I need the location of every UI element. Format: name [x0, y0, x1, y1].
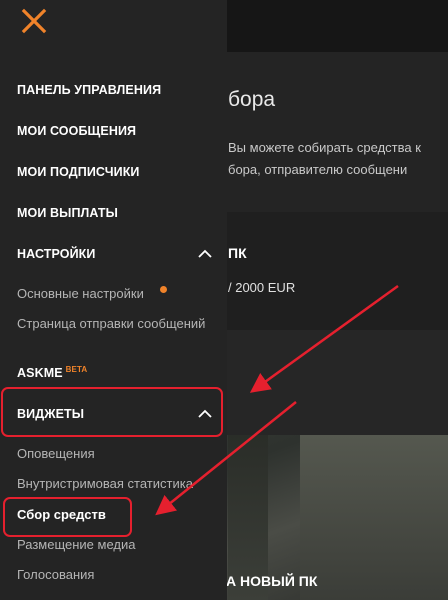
sidebar-item-dashboard[interactable]: ПАНЕЛЬ УПРАВЛЕНИЯ	[17, 83, 161, 97]
sidebar-item-messages[interactable]: МОИ СООБЩЕНИЯ	[17, 124, 136, 138]
goal-amount: / 2000 EUR	[228, 280, 296, 295]
sidebar-item-subscribers[interactable]: МОИ ПОДПИСЧИКИ	[17, 165, 140, 179]
close-icon-svg	[21, 8, 47, 34]
highlight-widgets	[1, 387, 223, 437]
sidebar-subitem-message-page[interactable]: Страница отправки сообщений	[17, 316, 205, 331]
beta-badge: BETA	[65, 365, 88, 374]
page-description-line1: Вы можете собирать средства к	[228, 140, 421, 155]
askme-label: ASKME	[17, 366, 63, 380]
page-title: бора	[228, 88, 276, 111]
page-description-line2: бора, отправителю сообщени	[228, 162, 408, 177]
sidebar-item-payouts[interactable]: МОИ ВЫПЛАТЫ	[17, 206, 118, 220]
sidebar-subitem-stream-stats[interactable]: Внутристримовая статистика	[17, 476, 193, 491]
close-icon[interactable]	[20, 8, 48, 36]
sidebar-subitem-general-settings[interactable]: Основные настройки	[17, 286, 144, 301]
notification-dot	[160, 286, 167, 293]
sidebar-subitem-media[interactable]: Размещение медиа	[17, 537, 135, 552]
highlight-fundraising	[3, 497, 132, 537]
sidebar-item-settings[interactable]: НАСТРОЙКИ	[17, 247, 96, 261]
banner-text: А НОВЫЙ ПК	[226, 573, 318, 589]
sidebar-subitem-polls[interactable]: Голосования	[17, 567, 94, 582]
sidebar-subitem-alerts[interactable]: Оповещения	[17, 446, 95, 461]
goal-title: ПК	[228, 245, 247, 261]
sidebar-item-askme[interactable]: ASKME BETA	[17, 365, 87, 380]
chevron-up-icon[interactable]	[198, 249, 212, 259]
